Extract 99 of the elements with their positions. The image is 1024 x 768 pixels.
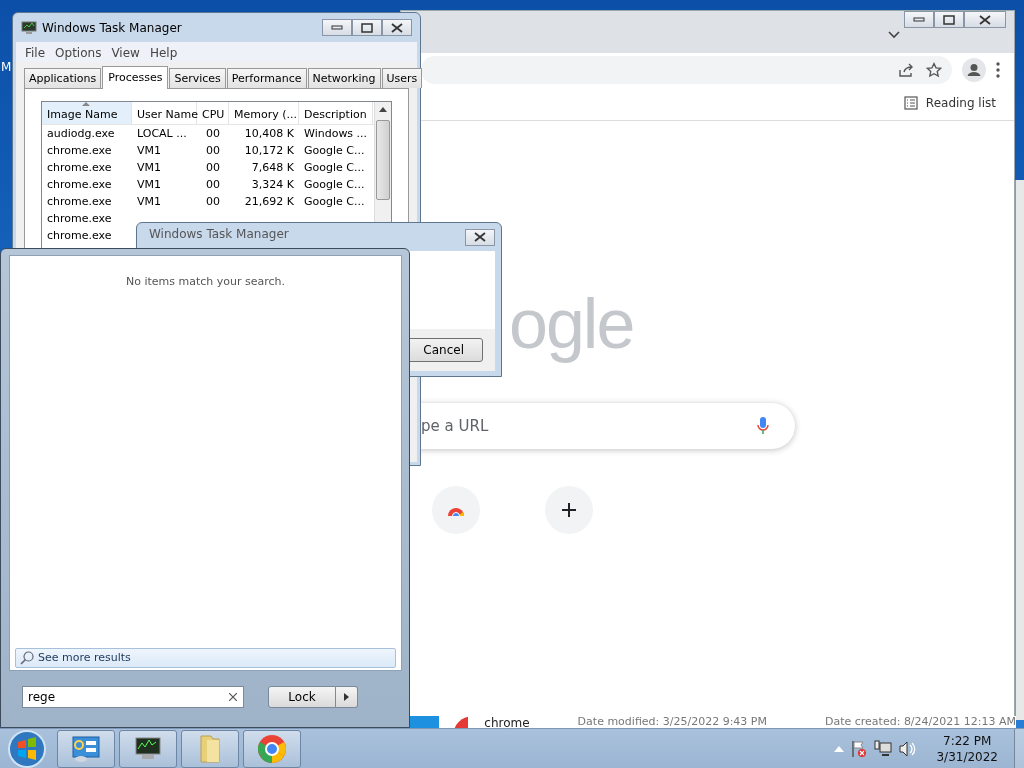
arrow-button[interactable]: [336, 686, 358, 708]
empty-message: No items match your search.: [125, 274, 286, 290]
table-cell-text: 3,324 K: [250, 177, 295, 193]
column-header[interactable]: Memory (...: [229, 102, 299, 124]
table-cell-text: 21,692 K: [243, 194, 295, 210]
profile-icon[interactable]: [962, 57, 986, 82]
table-cell-text: 00: [205, 160, 221, 176]
desktop-icon-label[interactable]: M: [1, 58, 12, 76]
tab[interactable]: Users: [381, 68, 423, 88]
reading-list-link[interactable]: Reading list: [925, 94, 996, 112]
chevron-icon[interactable]: [888, 31, 900, 39]
network-icon[interactable]: [874, 739, 893, 758]
scroll-thumb[interactable]: [376, 120, 390, 200]
window-title: Windows Task Manager: [42, 19, 182, 37]
search-result-row[interactable]: chrome Date modified: 3/25/2022 9:43 PM Date created: 8/24/2021 12:13 AM: [410, 716, 1016, 728]
column-header[interactable]: Description: [299, 102, 373, 124]
close-icon: [391, 22, 403, 33]
tab[interactable]: Applications: [24, 68, 102, 88]
microphone-icon[interactable]: [757, 417, 769, 435]
menu-icon[interactable]: [996, 61, 1000, 78]
search-field[interactable]: pe a URL: [421, 411, 621, 441]
table-cell-text: Google C...: [303, 160, 366, 176]
table-cell-text: VM1: [136, 177, 162, 193]
link-text[interactable]: See more results: [38, 649, 131, 667]
monitor-icon: [21, 20, 37, 35]
table-cell-text: LOCAL ...: [136, 126, 188, 142]
control-panel-icon: [71, 734, 101, 763]
close-button[interactable]: [465, 228, 495, 246]
column-header[interactable]: User Name: [132, 102, 197, 124]
table-cell-text: 10,408 K: [243, 126, 295, 142]
flag-icon[interactable]: [850, 739, 869, 758]
tab[interactable]: Networking: [307, 68, 381, 88]
taskbar-button[interactable]: [119, 729, 177, 768]
menu-item[interactable]: Options: [52, 42, 109, 62]
tab[interactable]: Services: [169, 68, 226, 88]
windows-logo-icon: [7, 728, 47, 768]
table-cell-text: VM1: [136, 160, 162, 176]
selection-bar: [410, 716, 439, 728]
table-cell-text: VM1: [136, 143, 162, 159]
clock-time[interactable]: 7:22 PM: [936, 732, 998, 749]
table-cell-text: Google C...: [303, 177, 366, 193]
minimize-icon: [913, 17, 925, 22]
arrow-icon: [344, 693, 349, 701]
table-cell-text: chrome.exe: [46, 177, 113, 193]
monitor-icon: [133, 735, 163, 762]
table-cell-text: chrome.exe: [46, 143, 113, 159]
add-shortcut-button[interactable]: [545, 486, 593, 534]
close-button[interactable]: [382, 19, 412, 36]
table-cell-text: audiodg.exe: [46, 126, 116, 142]
table-cell-text: Google C...: [303, 194, 366, 210]
shortcut-tile[interactable]: [432, 486, 480, 534]
table-cell-text: 7,648 K: [250, 160, 295, 176]
table-cell-text: chrome.exe: [46, 228, 113, 244]
close-icon: [979, 14, 991, 25]
dialog-title: Windows Task Manager: [149, 226, 289, 243]
table-cell-text: 00: [205, 177, 221, 193]
close-button[interactable]: [964, 11, 1006, 28]
clock-date[interactable]: 3/31/2022: [936, 748, 998, 765]
menu-item[interactable]: View: [108, 42, 147, 62]
maximize-icon: [361, 22, 373, 33]
minimize-button[interactable]: [322, 19, 352, 36]
close-icon: [474, 232, 486, 242]
scroll-up-icon[interactable]: [379, 107, 387, 112]
table-cell-text: 00: [205, 126, 221, 142]
tab[interactable]: Processes: [102, 66, 169, 89]
tab[interactable]: Performance: [226, 68, 307, 88]
menu-item[interactable]: File: [22, 42, 53, 62]
minimize-icon: [331, 25, 343, 30]
plus-icon: [562, 503, 576, 517]
search-icon: [20, 651, 34, 665]
see-more-results-link[interactable]: See more results: [15, 648, 396, 668]
table-cell-text: 00: [205, 194, 221, 210]
taskbar-button[interactable]: [57, 729, 115, 768]
table-cell-text: Google C...: [303, 143, 366, 159]
table-cell-text: 00: [205, 143, 221, 159]
share-icon[interactable]: [898, 61, 914, 78]
table-cell-text: Windows ...: [303, 126, 369, 142]
clear-icon[interactable]: [229, 693, 237, 701]
star-icon[interactable]: [926, 61, 942, 78]
maximize-button[interactable]: [352, 19, 382, 36]
maximize-button[interactable]: [934, 11, 964, 28]
list-icon[interactable]: [903, 96, 918, 110]
table-cell-text: chrome.exe: [46, 211, 113, 227]
start-button[interactable]: [7, 728, 47, 768]
maximize-icon: [943, 14, 955, 25]
lock-button[interactable]: Lock: [268, 686, 336, 708]
table-cell-text: VM1: [136, 194, 162, 210]
table-cell-text: 10,172 K: [243, 143, 295, 159]
speaker-icon[interactable]: [898, 739, 917, 758]
column-header[interactable]: CPU: [197, 102, 229, 124]
folder-icon: [199, 733, 221, 764]
file-name: chrome: [484, 716, 530, 728]
search-field[interactable]: rege: [22, 686, 244, 708]
date-modified-text: Date modified: 3/25/2022 9:43 PM: [577, 716, 767, 728]
table-cell-text: chrome.exe: [46, 194, 113, 210]
date-created-text: Date created: 8/24/2021 12:13 AM: [825, 716, 1016, 728]
column-header[interactable]: Image Name: [42, 102, 132, 124]
menu-item[interactable]: Help: [146, 42, 185, 62]
table-cell-text: chrome.exe: [46, 160, 113, 176]
